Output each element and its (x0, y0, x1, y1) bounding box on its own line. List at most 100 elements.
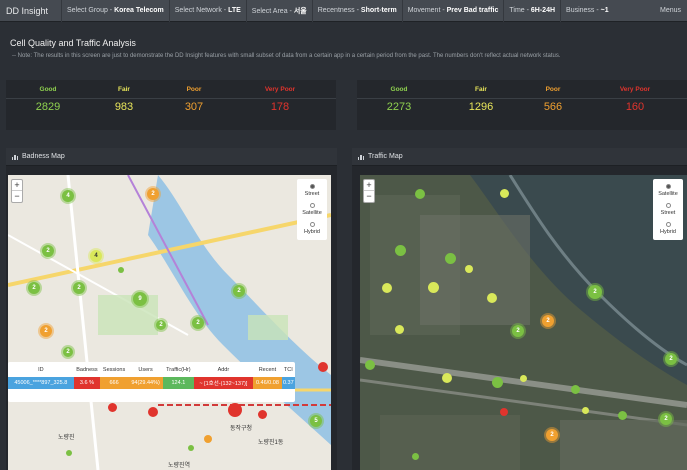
panel-header: Traffic Map (352, 148, 687, 166)
map-marker[interactable] (365, 360, 375, 370)
map-marker[interactable] (382, 283, 392, 293)
radio[interactable] (309, 222, 315, 227)
filter-movement[interactable]: Movement - Prev Bad traffic (408, 7, 499, 14)
zoom-out-button[interactable]: − (12, 191, 22, 202)
layer-option-hybrid[interactable]: Hybrid (297, 219, 327, 238)
stat-very-poor: Very Poor 160 (605, 86, 665, 113)
layer-switcher: Satellite Street Hybrid (653, 179, 683, 240)
column-header: Badness (76, 366, 98, 373)
map-marker[interactable] (395, 245, 406, 256)
stat-label: Good (390, 86, 408, 93)
radio[interactable] (665, 222, 671, 227)
quality-stats-badness: Good 2829 Fair 983 Poor 307 Very Poor 17… (6, 80, 336, 130)
bad-cell-marker[interactable] (108, 403, 117, 412)
layer-option-satellite[interactable]: Satellite (297, 200, 327, 219)
stat-value: 2829 (35, 101, 61, 113)
column-header: TCI (283, 366, 293, 373)
column-header: Traffic(Hr) (166, 366, 191, 373)
map-cluster[interactable]: 2 (665, 353, 677, 365)
map-cluster[interactable]: 2 (147, 188, 159, 200)
traffic-map[interactable]: + − Satellite Street Hybrid 2 2 2 2 2 2 (360, 175, 687, 470)
map-cluster[interactable]: 2 (63, 347, 73, 357)
layer-option-satellite[interactable]: Satellite (653, 181, 683, 200)
map-cluster[interactable]: 2 (588, 285, 602, 299)
zoom-control: + − (11, 179, 23, 203)
map-cluster[interactable]: 2 (192, 317, 204, 329)
divider (311, 0, 313, 22)
map-cluster[interactable]: 4 (62, 190, 74, 202)
divider (168, 0, 170, 22)
map-marker[interactable] (500, 189, 509, 198)
cell-sessions: 666 (100, 377, 128, 389)
app-title[interactable]: DD Insight (0, 6, 56, 16)
radio[interactable] (665, 203, 671, 208)
stat-value: 307 (184, 101, 204, 113)
cell-id: 45006_****897_325.8 (8, 377, 74, 389)
map-cluster[interactable]: 2 (156, 320, 166, 330)
zoom-control: + − (363, 179, 375, 203)
zoom-in-button[interactable]: + (12, 180, 22, 191)
map-cluster[interactable]: 2 (42, 245, 54, 257)
map-marker[interactable] (428, 282, 439, 293)
stat-value: 983 (114, 101, 134, 113)
filter-area[interactable]: Select Area - 서울 (252, 6, 307, 16)
map-cluster[interactable]: 5 (310, 415, 322, 427)
stat-fair: Fair 1296 (451, 86, 511, 113)
layer-option-hybrid[interactable]: Hybrid (653, 219, 683, 238)
map-cluster[interactable]: 2 (233, 285, 245, 297)
map-marker[interactable] (445, 253, 456, 264)
map-cluster[interactable]: 2 (660, 413, 672, 425)
panel-title: Badness Map (22, 153, 65, 160)
layer-option-street[interactable]: Street (297, 181, 327, 200)
map-marker[interactable] (582, 407, 589, 414)
map-marker[interactable] (571, 385, 580, 394)
bad-cell-marker[interactable] (318, 362, 328, 372)
map-marker[interactable] (66, 450, 72, 456)
map-marker[interactable] (487, 293, 497, 303)
filter-recentness[interactable]: Recentness - Short-term (318, 7, 397, 14)
satellite-map-background (360, 175, 687, 470)
bad-cell-marker[interactable] (258, 410, 267, 419)
menus-button[interactable]: Menus (660, 7, 681, 14)
filter-group[interactable]: Select Group - Korea Telecom (67, 7, 164, 14)
layer-option-street[interactable]: Street (653, 200, 683, 219)
map-marker[interactable] (395, 325, 404, 334)
map-marker[interactable] (118, 267, 124, 273)
map-cluster[interactable]: 2 (40, 325, 52, 337)
table-row[interactable]: 45006_****897_325.8 3.6 % 666 94(29.44%)… (8, 377, 295, 389)
map-cluster[interactable]: 2 (28, 282, 40, 294)
stat-label: Poor (186, 86, 202, 93)
stat-poor: Poor 307 (164, 86, 224, 113)
stat-value: 566 (543, 101, 563, 113)
radio-selected[interactable] (309, 184, 315, 189)
map-cluster[interactable]: 2 (73, 282, 85, 294)
map-cluster[interactable]: 4 (90, 250, 102, 262)
map-marker[interactable] (520, 375, 527, 382)
map-marker[interactable] (415, 189, 425, 199)
filter-network[interactable]: Select Network - LTE (175, 7, 241, 14)
bad-cell-marker[interactable] (500, 408, 508, 416)
filter-business[interactable]: Business - ~1 (566, 7, 609, 14)
map-cluster[interactable]: 2 (512, 325, 524, 337)
map-cluster[interactable]: 9 (133, 292, 147, 306)
map-marker[interactable] (442, 373, 452, 383)
bad-cell-marker[interactable] (228, 403, 242, 417)
filter-time[interactable]: Time - 6H-24H (509, 7, 555, 14)
map-marker[interactable] (492, 377, 503, 388)
map-marker[interactable] (618, 411, 627, 420)
map-cluster[interactable]: 2 (542, 315, 554, 327)
radio-selected[interactable] (665, 184, 671, 189)
radio[interactable] (309, 203, 315, 208)
map-marker[interactable] (465, 265, 473, 273)
badness-map[interactable]: + − Street Satellite Hybrid 4 2 2 4 2 2 … (8, 175, 331, 470)
map-marker[interactable] (412, 453, 419, 460)
zoom-out-button[interactable]: − (364, 191, 374, 202)
bad-cell-marker[interactable] (148, 407, 158, 417)
map-cluster[interactable]: 2 (546, 429, 558, 441)
map-place-label: 노량진역 (168, 463, 191, 469)
zoom-in-button[interactable]: + (364, 180, 374, 191)
map-place-label: 노량진 (58, 435, 75, 441)
cell-traffic: 124.1 (163, 377, 194, 389)
poor-cell-marker[interactable] (204, 435, 212, 443)
map-marker[interactable] (188, 445, 194, 451)
